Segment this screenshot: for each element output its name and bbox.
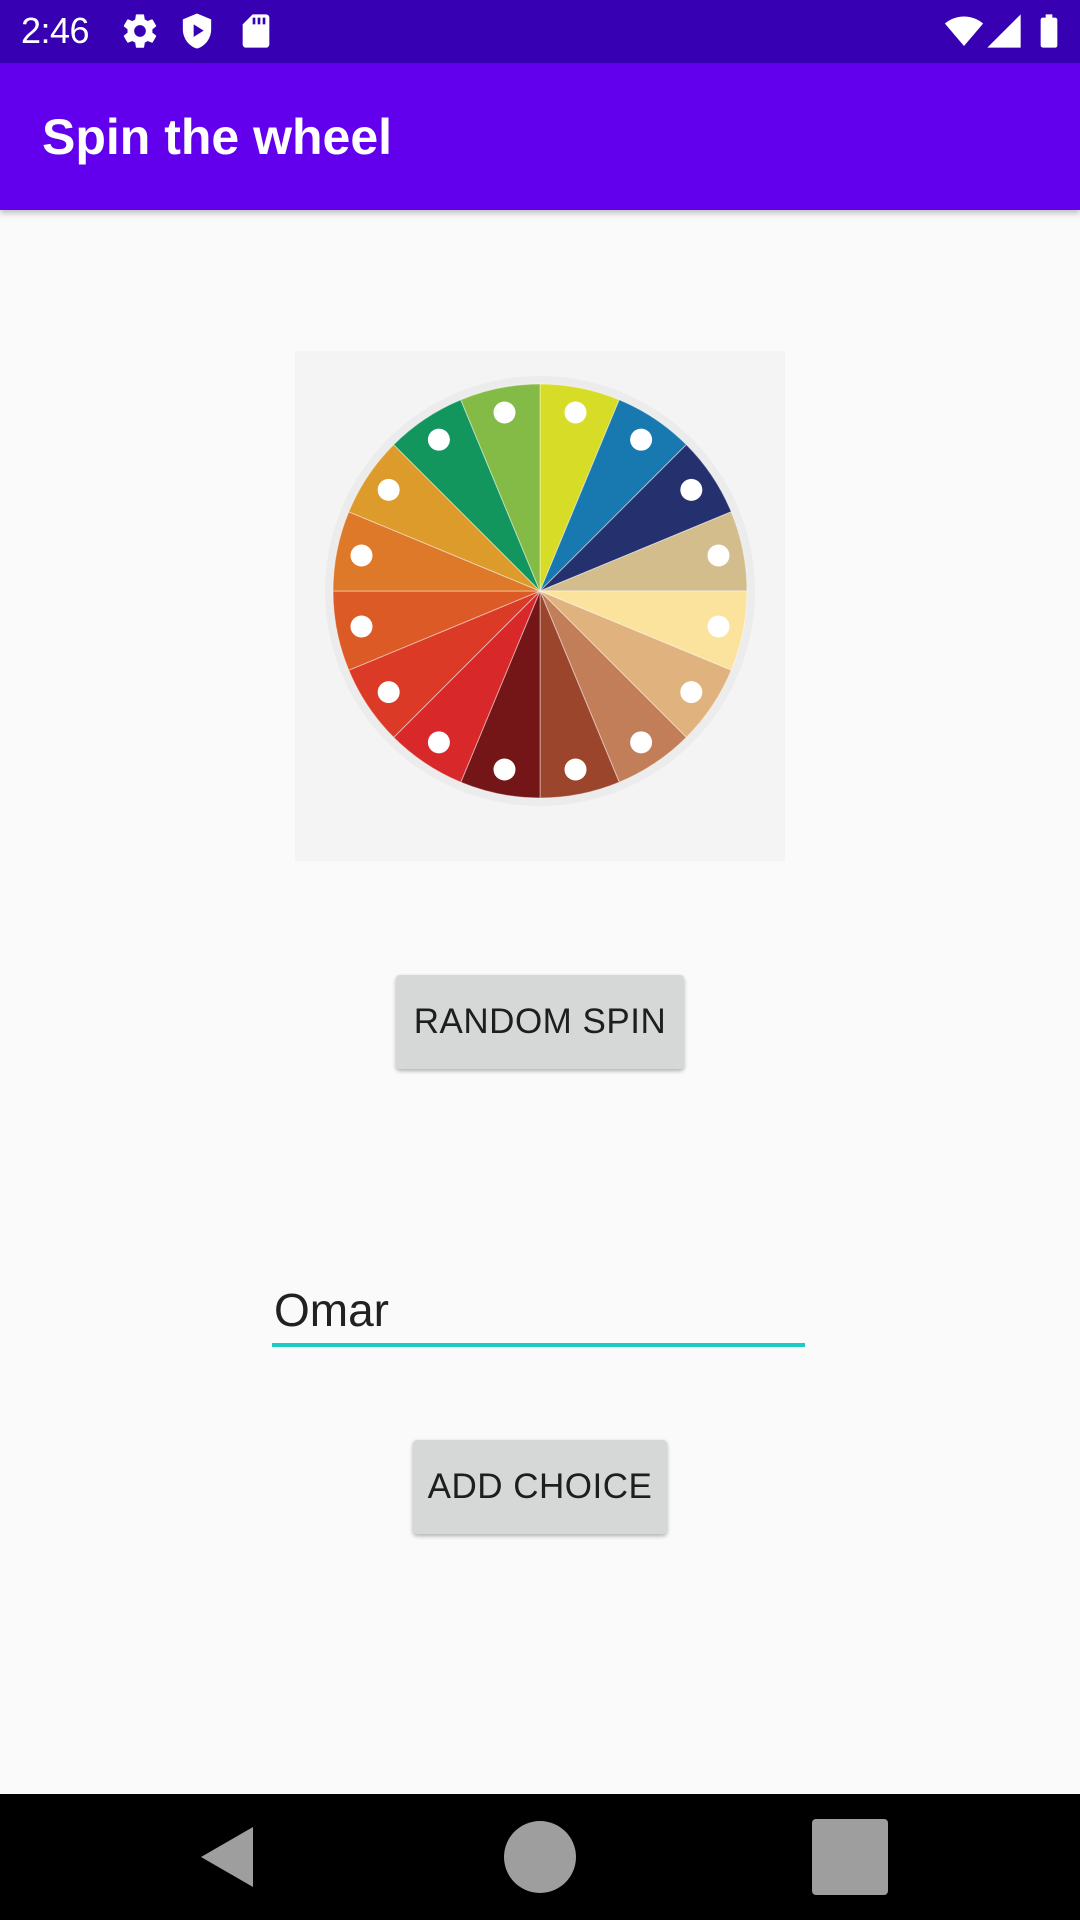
wheel-segment-marker	[564, 401, 587, 424]
wifi-icon	[944, 16, 984, 46]
wheel-segment-marker	[630, 731, 653, 754]
recents-icon[interactable]	[810, 1817, 890, 1897]
wheel-segment-marker	[707, 615, 730, 638]
wheel-segment-marker	[493, 758, 516, 781]
play-protect-icon	[182, 13, 212, 49]
wheel-segment-marker	[680, 681, 703, 704]
wheel-segment-marker	[377, 478, 400, 501]
home-icon[interactable]	[500, 1817, 580, 1897]
wheel-segment-marker	[493, 401, 516, 424]
wheel-segment-marker	[377, 681, 400, 704]
wheel-segment-marker	[564, 758, 587, 781]
add-choice-button[interactable]: ADD CHOICE	[413, 1440, 667, 1534]
wheel-segment-marker	[680, 478, 703, 501]
wheel-segment-marker	[707, 544, 730, 567]
battery-icon	[1040, 14, 1058, 48]
spin-wheel	[325, 376, 755, 806]
wheel-segment-marker	[427, 428, 450, 451]
app-bar: Spin the wheel	[0, 63, 1080, 210]
nav-bar	[0, 1794, 1080, 1920]
app-title: Spin the wheel	[42, 109, 393, 165]
signal-icon	[987, 14, 1021, 48]
wheel-segment-marker	[427, 731, 450, 754]
settings-icon	[123, 14, 157, 48]
wheel-segment-marker	[630, 428, 653, 451]
sd-card-icon	[242, 14, 270, 48]
choice-field	[272, 1277, 805, 1349]
status-bar: 2:46	[0, 0, 1080, 63]
back-icon[interactable]	[185, 1817, 265, 1897]
wheel-segment-marker	[350, 615, 373, 638]
status-time: 2:46	[21, 10, 90, 51]
wheel-image	[295, 351, 785, 861]
random-spin-button[interactable]: RANDOM SPIN	[396, 975, 684, 1069]
wheel-segment-marker	[350, 544, 373, 567]
choice-input[interactable]	[272, 1277, 805, 1347]
